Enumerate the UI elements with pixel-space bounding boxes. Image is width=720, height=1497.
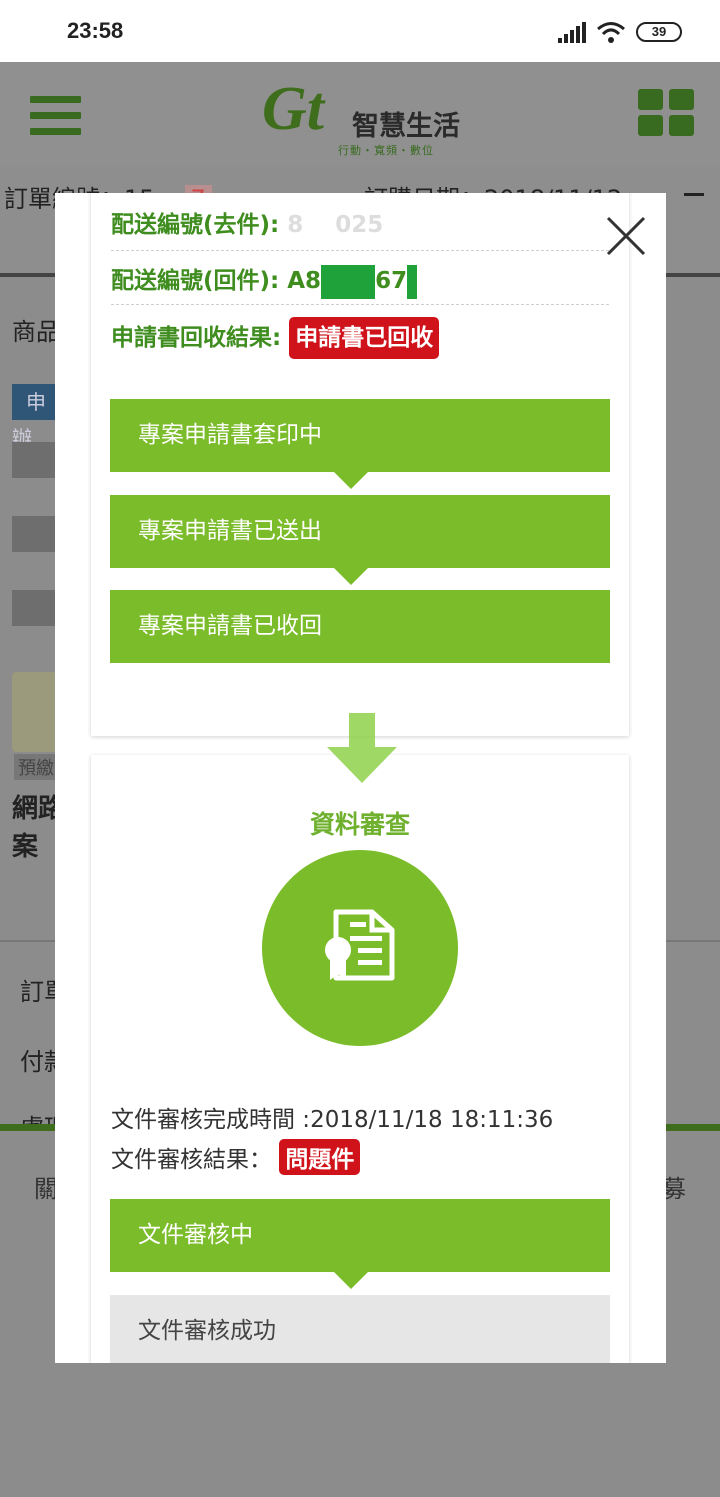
recycle-result-label: 申請書回收結果: <box>111 325 282 351</box>
side-btn-3[interactable] <box>12 590 60 626</box>
step-review-success: 文件審核成功 <box>110 1295 610 1363</box>
review-time-label: 文件審核完成時間 : <box>111 1107 311 1133</box>
status-bar: 23:58 39 <box>0 0 720 62</box>
review-time-value: 2018/11/18 18:11:36 <box>310 1107 554 1133</box>
step-arrow <box>334 568 368 585</box>
plan-title-2: 案 <box>12 832 39 862</box>
delivery-out-value-2: 025 <box>335 212 384 238</box>
step-returned: 專案申請書已收回 <box>110 590 610 663</box>
delivery-out-label: 配送編號(去件): <box>111 212 280 238</box>
review-result-badge: 問題件 <box>279 1139 361 1175</box>
close-icon[interactable] <box>605 215 647 257</box>
menu-icon[interactable] <box>30 96 81 136</box>
recycle-status-badge: 申請書已回收 <box>289 317 440 359</box>
product-label: 商品 <box>12 318 60 346</box>
logo-mark: Gt <box>262 75 324 143</box>
order-progress-modal: 配送編號(去件): 8 025 配送編號(回件): A8 67 申請書回收結果: … <box>55 193 666 1363</box>
app-header: Gt 智慧生活 行動・寬頻・數位 <box>0 62 720 167</box>
delivery-out-value: 8 <box>287 212 304 238</box>
delivery-return-value: A8 <box>287 268 322 294</box>
side-btn-2[interactable] <box>12 516 60 552</box>
review-result-label: 文件審核結果： <box>111 1147 272 1173</box>
step-print: 專案申請書套印中 <box>110 399 610 472</box>
step-sent: 專案申請書已送出 <box>110 495 610 568</box>
side-btn-1[interactable] <box>12 442 60 478</box>
logo-tagline: 行動・寬頻・數位 <box>338 144 434 157</box>
apply-button[interactable]: 申辦 <box>12 384 60 450</box>
review-result-row: 文件審核結果： 問題件 <box>111 1139 361 1175</box>
signal-icon <box>558 22 586 43</box>
redaction-mask <box>321 264 376 299</box>
recycle-result-row: 申請書回收結果: 申請書已回收 <box>111 317 609 359</box>
collapse-icon[interactable] <box>684 193 704 196</box>
step-arrow <box>334 1272 368 1289</box>
step-reviewing: 文件審核中 <box>110 1199 610 1272</box>
delivery-return-label: 配送編號(回件): <box>111 268 280 294</box>
document-review-card: 資料審查 文件審核完成時間 :2018/11/18 18:11:36 文件審核結… <box>91 755 629 1363</box>
step-arrow <box>334 472 368 489</box>
logo-title: 智慧生活 <box>352 111 460 142</box>
arrow-down-icon <box>327 713 397 783</box>
review-time-row: 文件審核完成時間 :2018/11/18 18:11:36 <box>111 1100 553 1134</box>
sim-tag: 預繳 <box>14 754 58 780</box>
document-review-badge <box>262 850 458 1046</box>
sim-card-image <box>12 672 60 752</box>
document-certificate-icon <box>325 909 395 981</box>
delivery-return-row: 配送編號(回件): A8 67 <box>111 257 609 305</box>
delivery-out-row: 配送編號(去件): 8 025 <box>111 205 609 251</box>
brand-logo[interactable]: Gt 智慧生活 行動・寬頻・數位 <box>262 74 462 160</box>
battery-level: 39 <box>651 24 667 39</box>
status-time: 23:58 <box>67 18 124 43</box>
battery-icon: 39 <box>636 22 682 42</box>
grid-icon[interactable] <box>638 89 694 136</box>
application-card: 配送編號(去件): 8 025 配送編號(回件): A8 67 申請書回收結果: … <box>91 193 629 736</box>
wifi-icon <box>597 22 625 43</box>
section-title: 資料審查 <box>309 810 410 839</box>
delivery-return-value-2: 67 <box>375 268 408 294</box>
